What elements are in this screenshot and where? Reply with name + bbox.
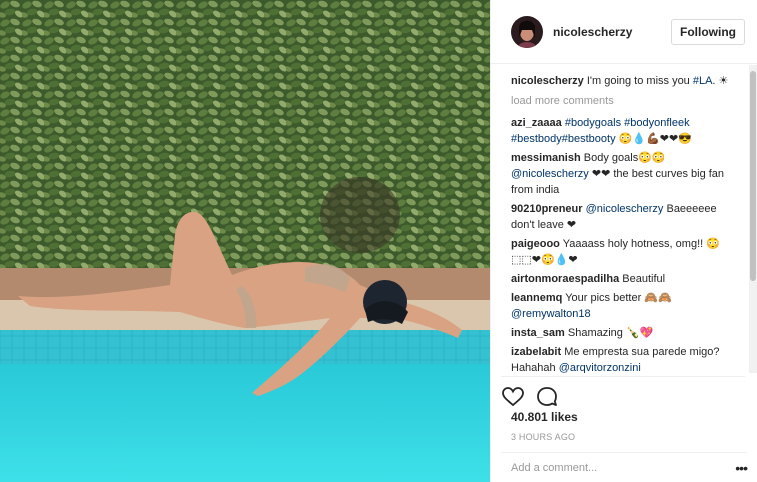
comment-text: Shamazing 🍾💖	[567, 327, 654, 339]
comment-text: Beautiful	[622, 273, 666, 285]
comment-mention-link[interactable]: #bestbody	[511, 133, 562, 145]
caption-hashtag[interactable]: #LA.	[693, 75, 716, 87]
comment-row: azi_zaaaa #bodygoals #bodyonfleek #bestb…	[511, 115, 738, 147]
comment-mention-link[interactable]: @arqvitorzonzini	[559, 362, 641, 373]
comment-row: leannemq Your pics better 🙈🙈 @remywalton…	[511, 290, 738, 322]
comment-username[interactable]: messimanish	[511, 152, 581, 164]
comment-rows: azi_zaaaa #bodygoals #bodyonfleek #bestb…	[511, 115, 738, 373]
comment-row: 90210preneur @nicolescherzy Baeeeeee don…	[511, 201, 738, 233]
likes-count[interactable]: 40.801 likes	[511, 410, 578, 424]
avatar[interactable]	[511, 15, 543, 48]
scrollbar-thumb[interactable]	[750, 71, 756, 281]
post-photo[interactable]	[0, 0, 490, 482]
post-author-username[interactable]: nicolescherzy	[553, 25, 671, 39]
comment-username[interactable]: 90210preneur	[511, 203, 583, 215]
comments-list[interactable]: nicolescherzy I'm going to miss you #LA.…	[491, 65, 748, 373]
caption-emoji: ☀	[715, 75, 729, 87]
more-options-icon[interactable]: •••	[735, 460, 748, 476]
caption-username[interactable]: nicolescherzy	[511, 75, 584, 87]
comment-row: izabelabit Me empresta sua parede migo? …	[511, 344, 738, 373]
comment-username[interactable]: azi_zaaaa	[511, 117, 562, 129]
comments-scrollbar[interactable]	[749, 65, 757, 373]
add-comment-bar: •••	[501, 452, 748, 482]
comment-row: insta_sam Shamazing 🍾💖	[511, 325, 738, 341]
pool-photo-illustration	[0, 0, 490, 482]
comment-text: Body goals😳😳	[583, 152, 666, 164]
like-heart-icon[interactable]	[501, 385, 525, 409]
action-bar	[501, 376, 745, 409]
avatar-image	[511, 15, 543, 48]
add-comment-input[interactable]	[511, 461, 736, 474]
comment-mention-link[interactable]: @nicolescherzy	[511, 168, 589, 180]
post-header: nicolescherzy Following	[491, 0, 757, 64]
comment-row: paigeooo Yaaaass holy hotness, omg!! 😳 ⬚…	[511, 236, 738, 268]
comment-mention-link[interactable]: #bodyonfleek	[624, 117, 689, 129]
load-more-comments-link[interactable]: load more comments	[511, 95, 738, 107]
instagram-post: nicolescherzy Following nicolescherzy I'…	[0, 0, 757, 482]
comment-row: messimanish Body goals😳😳 @nicolescherzy …	[511, 150, 738, 198]
comment-username[interactable]: leannemq	[511, 292, 562, 304]
caption: nicolescherzy I'm going to miss you #LA.…	[511, 73, 738, 89]
comment-username[interactable]: paigeooo	[511, 238, 560, 250]
comment-mention-link[interactable]: @remywalton18	[511, 308, 591, 320]
comment-mention-link[interactable]: #bodygoals	[565, 117, 621, 129]
comment-username[interactable]: airtonmoraespadilha	[511, 273, 619, 285]
following-button[interactable]: Following	[671, 18, 745, 45]
post-timestamp[interactable]: 3 HOURS AGO	[511, 432, 575, 442]
caption-text: I'm going to miss you	[586, 75, 693, 87]
comment-username[interactable]: izabelabit	[511, 346, 561, 358]
comment-text: 😳💧💪🏾❤❤😎	[615, 133, 692, 145]
comment-mention-link[interactable]: #bestbooty	[562, 133, 616, 145]
comment-username[interactable]: insta_sam	[511, 327, 565, 339]
comment-mention-link[interactable]: @nicolescherzy	[586, 203, 664, 215]
comment-bubble-icon[interactable]	[535, 385, 559, 409]
comment-row: airtonmoraespadilha Beautiful	[511, 271, 738, 287]
comment-text: Your pics better 🙈🙈	[565, 292, 672, 304]
post-sidebar: nicolescherzy Following nicolescherzy I'…	[490, 0, 757, 482]
